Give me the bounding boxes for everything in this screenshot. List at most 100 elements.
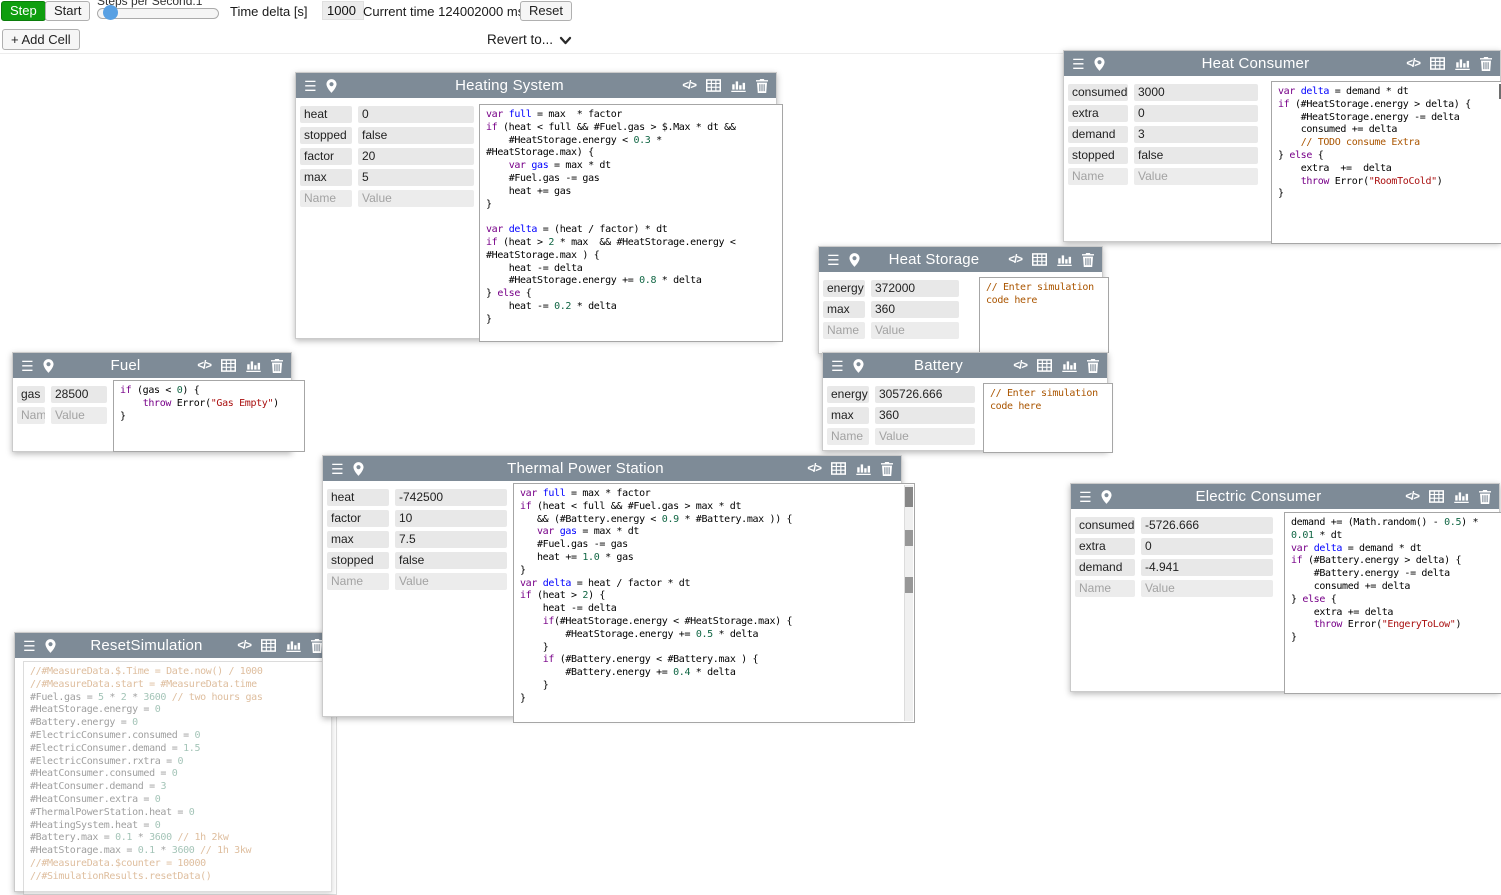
prop-value-input[interactable]: 372000 <box>871 280 959 297</box>
prop-name-input[interactable]: Name <box>327 573 389 590</box>
chart-icon[interactable] <box>856 462 871 475</box>
trash-icon[interactable] <box>1480 57 1492 71</box>
code-icon[interactable]: </> <box>1013 360 1027 372</box>
code-editor[interactable]: demand += (Math.random() - 0.5) *0.01 * … <box>1284 512 1501 694</box>
menu-icon[interactable]: ☰ <box>304 79 317 93</box>
code-icon[interactable]: </> <box>1405 491 1419 503</box>
prop-name-input[interactable]: energy <box>823 280 865 297</box>
pin-icon[interactable] <box>326 79 337 93</box>
trash-icon[interactable] <box>1479 490 1491 504</box>
chart-icon[interactable] <box>286 639 301 652</box>
menu-icon[interactable]: ☰ <box>1079 490 1092 504</box>
pin-icon[interactable] <box>43 359 54 373</box>
prop-name-input[interactable]: factor <box>300 148 352 165</box>
prop-name-input[interactable]: max <box>327 531 389 548</box>
cell-titlebar[interactable]: ☰Battery</> <box>823 353 1107 378</box>
prop-name-input[interactable]: Name <box>827 428 869 445</box>
prop-value-input[interactable]: 360 <box>875 407 975 424</box>
prop-name-input[interactable]: heat <box>300 106 352 123</box>
trash-icon[interactable] <box>271 359 283 373</box>
add-cell-button[interactable]: + Add Cell <box>2 29 80 50</box>
trash-icon[interactable] <box>1082 253 1094 267</box>
prop-name-input[interactable]: extra <box>1068 105 1128 122</box>
table-icon[interactable] <box>706 79 721 92</box>
chart-icon[interactable] <box>1057 253 1072 266</box>
chart-icon[interactable] <box>246 359 261 372</box>
reset-button[interactable]: Reset <box>520 1 572 21</box>
prop-value-input[interactable]: 3000 <box>1134 84 1258 101</box>
prop-name-input[interactable]: consumed <box>1068 84 1128 101</box>
code-icon[interactable]: </> <box>197 360 211 372</box>
chart-icon[interactable] <box>1454 490 1469 503</box>
prop-value-input[interactable]: 3 <box>1134 126 1258 143</box>
code-editor[interactable]: // Enter simulation code here <box>979 277 1109 353</box>
prop-name-input[interactable]: stopped <box>300 127 352 144</box>
prop-value-input[interactable]: 305726.666 <box>875 386 975 403</box>
prop-name-input[interactable]: Name <box>823 322 865 339</box>
cell-titlebar[interactable]: ☰Fuel</> <box>13 353 291 378</box>
prop-value-input[interactable]: 20 <box>358 148 474 165</box>
prop-value-input[interactable]: 360 <box>871 301 959 318</box>
code-editor[interactable]: var delta = demand * dtif (#HeatStorage.… <box>1271 81 1501 244</box>
prop-value-input[interactable]: Value <box>1141 580 1273 597</box>
table-icon[interactable] <box>221 359 236 372</box>
menu-icon[interactable]: ☰ <box>1072 57 1085 71</box>
chart-icon[interactable] <box>1455 57 1470 70</box>
prop-name-input[interactable]: extra <box>1075 538 1135 555</box>
step-button[interactable]: Step <box>1 1 46 21</box>
prop-value-input[interactable]: -5726.666 <box>1141 517 1273 534</box>
table-icon[interactable] <box>1032 253 1047 266</box>
cell-titlebar[interactable]: ☰ResetSimulation</> <box>15 633 331 658</box>
prop-value-input[interactable]: Value <box>358 190 474 207</box>
steps-per-second-slider[interactable] <box>97 8 219 19</box>
prop-name-input[interactable]: max <box>300 169 352 186</box>
cell-titlebar[interactable]: ☰Electric Consumer</> <box>1071 484 1499 509</box>
prop-value-input[interactable]: false <box>358 127 474 144</box>
cell-titlebar[interactable]: ☰Heat Storage</> <box>819 247 1102 272</box>
prop-value-input[interactable]: 0 <box>1141 538 1273 555</box>
cell-titlebar[interactable]: ☰Heat Consumer</> <box>1064 51 1500 76</box>
prop-name-input[interactable]: heat <box>327 489 389 506</box>
chart-icon[interactable] <box>731 79 746 92</box>
prop-name-input[interactable]: stopped <box>1068 147 1128 164</box>
prop-name-input[interactable]: consumed <box>1075 517 1135 534</box>
code-icon[interactable]: </> <box>1406 58 1420 70</box>
menu-icon[interactable]: ☰ <box>21 359 34 373</box>
prop-name-input[interactable]: energy <box>827 386 869 403</box>
table-icon[interactable] <box>1430 57 1445 70</box>
prop-value-input[interactable]: Value <box>395 573 507 590</box>
prop-value-input[interactable]: Value <box>871 322 959 339</box>
cell-titlebar[interactable]: ☰Thermal Power Station</> <box>323 456 901 481</box>
prop-value-input[interactable]: 28500 <box>51 386 107 403</box>
pin-icon[interactable] <box>353 462 364 476</box>
trash-icon[interactable] <box>756 79 768 93</box>
prop-name-input[interactable]: Name <box>300 190 352 207</box>
prop-value-input[interactable]: 10 <box>395 510 507 527</box>
chart-icon[interactable] <box>1062 359 1077 372</box>
table-icon[interactable] <box>1037 359 1052 372</box>
menu-icon[interactable]: ☰ <box>831 359 844 373</box>
menu-icon[interactable]: ☰ <box>331 462 344 476</box>
prop-name-input[interactable]: Name <box>17 407 45 424</box>
table-icon[interactable] <box>831 462 846 475</box>
pin-icon[interactable] <box>849 253 860 267</box>
start-button[interactable]: Start <box>45 1 90 21</box>
slider-thumb[interactable] <box>103 5 118 20</box>
scrollbar-track[interactable] <box>904 485 913 721</box>
prop-value-input[interactable]: 7.5 <box>395 531 507 548</box>
code-icon[interactable]: </> <box>1008 254 1022 266</box>
code-icon[interactable]: </> <box>237 640 251 652</box>
prop-name-input[interactable]: demand <box>1075 559 1135 576</box>
prop-value-input[interactable]: Value <box>51 407 107 424</box>
table-icon[interactable] <box>1429 490 1444 503</box>
prop-value-input[interactable]: Value <box>1134 168 1258 185</box>
code-editor[interactable]: var full = max * factorif (heat < full &… <box>513 483 915 723</box>
prop-name-input[interactable]: Name <box>1068 168 1128 185</box>
pin-icon[interactable] <box>853 359 864 373</box>
prop-value-input[interactable]: 0 <box>1134 105 1258 122</box>
prop-name-input[interactable]: factor <box>327 510 389 527</box>
pin-icon[interactable] <box>1101 490 1112 504</box>
prop-value-input[interactable]: false <box>1134 147 1258 164</box>
prop-value-input[interactable]: Value <box>875 428 975 445</box>
time-delta-input[interactable] <box>322 1 364 20</box>
